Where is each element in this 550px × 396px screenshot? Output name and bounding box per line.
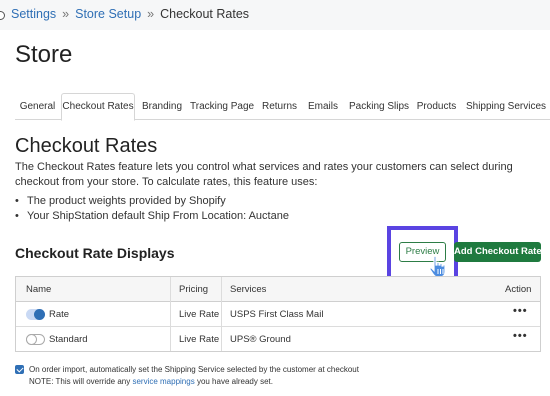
- breadcrumb-bar: Settings » Store Setup » Checkout Rates: [0, 0, 550, 30]
- tab-emails[interactable]: Emails: [305, 93, 341, 120]
- table-header: Name Pricing Services Action: [16, 277, 540, 302]
- breadcrumb-settings[interactable]: Settings: [11, 7, 56, 21]
- rate-toggle[interactable]: [26, 309, 45, 320]
- section-title: Checkout Rates: [15, 135, 158, 157]
- row-name: Standard: [49, 334, 88, 345]
- row-pricing: Live Rate: [179, 334, 220, 345]
- breadcrumb-store-setup[interactable]: Store Setup: [75, 7, 141, 21]
- note-prefix: NOTE: This will override any: [29, 377, 131, 386]
- header-name: Name: [26, 284, 52, 295]
- table-row: Standard Live Rate UPS® Ground •••: [16, 327, 540, 352]
- list-item: Your ShipStation default Ship From Locat…: [15, 209, 289, 224]
- tab-products[interactable]: Products: [415, 93, 458, 120]
- service-mappings-link[interactable]: service mappings: [132, 377, 194, 386]
- header-action: Action: [505, 284, 532, 295]
- tab-tracking-page[interactable]: Tracking Page: [190, 93, 254, 120]
- row-services: UPS® Ground: [230, 334, 291, 345]
- tab-packing-slips[interactable]: Packing Slips: [348, 93, 410, 120]
- row-name: Rate: [49, 309, 70, 320]
- toggle-knob: [34, 309, 45, 320]
- header-services: Services: [230, 284, 267, 295]
- table-row: Rate Live Rate USPS First Class Mail •••: [16, 302, 540, 327]
- auto-service-label: On order import, automatically set the S…: [29, 365, 359, 374]
- tab-shipping-services[interactable]: Shipping Services: [464, 93, 548, 120]
- breadcrumb-separator: »: [147, 7, 155, 21]
- tab-returns[interactable]: Returns: [259, 93, 300, 120]
- sidebar-toggle-icon[interactable]: [0, 11, 5, 20]
- breadcrumb: Settings » Store Setup » Checkout Rates: [11, 7, 249, 21]
- rate-toggle[interactable]: [26, 334, 45, 345]
- tab-bar: General Checkout Rates Branding Tracking…: [15, 93, 550, 121]
- row-services: USPS First Class Mail: [230, 309, 324, 320]
- toggle-knob: [26, 334, 37, 345]
- requirements-list: The product weights provided by Shopify …: [15, 194, 289, 224]
- note-suffix: you have already set.: [196, 377, 273, 386]
- auto-service-checkbox[interactable]: [15, 365, 24, 374]
- list-item: The product weights provided by Shopify: [15, 194, 289, 209]
- override-note: NOTE: This will override any service map…: [29, 377, 273, 386]
- tab-branding[interactable]: Branding: [138, 93, 186, 120]
- page-title: Store: [15, 41, 73, 68]
- section-description: The Checkout Rates feature lets you cont…: [15, 161, 513, 188]
- tab-general[interactable]: General: [15, 93, 60, 120]
- add-checkout-rate-button[interactable]: Add Checkout Rate: [454, 242, 542, 262]
- more-actions-icon[interactable]: •••: [513, 305, 528, 317]
- more-actions-icon[interactable]: •••: [513, 330, 528, 342]
- tab-checkout-rates[interactable]: Checkout Rates: [61, 93, 135, 121]
- checkout-rates-table: Name Pricing Services Action Rate Live R…: [15, 276, 541, 352]
- header-pricing: Pricing: [179, 284, 209, 295]
- displays-title: Checkout Rate Displays: [15, 245, 175, 261]
- breadcrumb-separator: »: [62, 7, 70, 21]
- breadcrumb-current: Checkout Rates: [160, 7, 250, 21]
- row-pricing: Live Rate: [179, 309, 220, 320]
